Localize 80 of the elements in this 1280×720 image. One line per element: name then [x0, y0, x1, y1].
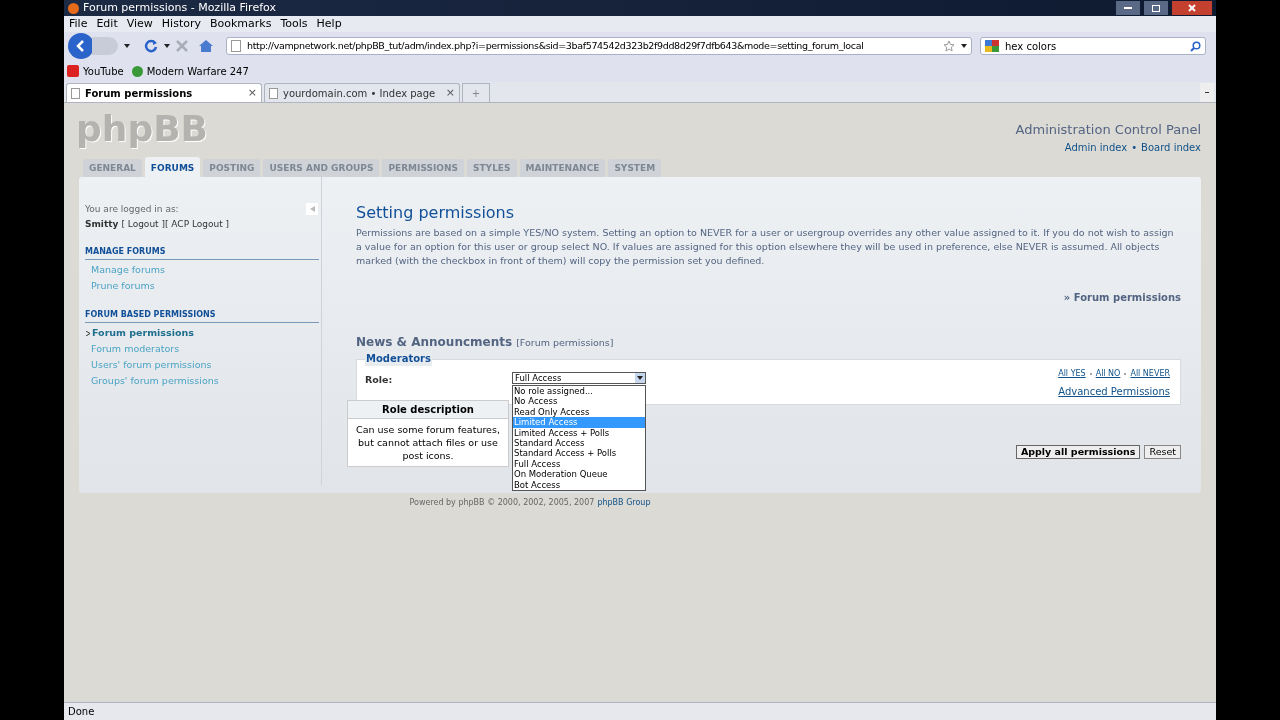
collapse-arrow-icon — [309, 206, 315, 212]
reset-button[interactable]: Reset — [1144, 445, 1181, 459]
role-description-text: Can use some forum features, but cannot attach files or use post icons. — [355, 423, 501, 463]
separator-dot: • — [1131, 140, 1138, 155]
search-field[interactable]: hex colors — [980, 37, 1206, 55]
dropdown-option[interactable]: Standard Access — [513, 438, 645, 449]
nav-tab[interactable]: FORUMS — [144, 157, 201, 177]
role-label: Role: — [365, 373, 393, 387]
restore-button[interactable] — [1144, 1, 1168, 15]
dropdown-caret-icon[interactable] — [164, 44, 170, 48]
all-link[interactable]: All NEVER — [1130, 368, 1170, 380]
dropdown-option[interactable]: No role assigned... — [513, 386, 645, 397]
bookmark-item[interactable]: YouTube — [67, 63, 124, 79]
breadcrumb-link[interactable]: » Forum permissions — [1063, 290, 1181, 305]
bookmark-star-icon[interactable] — [943, 40, 955, 52]
dropdown-option[interactable]: Read Only Access — [513, 406, 645, 418]
tab-close-button[interactable]: × — [247, 84, 257, 102]
dropdown-caret-icon[interactable] — [961, 44, 967, 48]
logged-in-label: You are logged in as: — [85, 203, 179, 216]
menu-item[interactable]: Bookmarks — [210, 15, 272, 33]
menu-item[interactable]: Help — [316, 15, 342, 33]
window-title: Forum permissions - Mozilla Firefox — [83, 0, 276, 16]
advanced-permissions-link[interactable]: Advanced Permissions — [1058, 384, 1170, 399]
panel-title: Administration Control Panel — [1015, 121, 1201, 139]
role-select[interactable]: Full Access — [512, 372, 646, 384]
dropdown-option[interactable]: Standard Access + Polls — [513, 448, 645, 459]
bookmark-item[interactable]: Modern Warfare 247 — [131, 63, 249, 79]
home-icon[interactable] — [198, 39, 214, 53]
search-engine-icon[interactable] — [985, 40, 999, 52]
section-heading: MANAGE FORUMS — [85, 246, 319, 260]
menu-item[interactable]: File — [69, 15, 88, 33]
back-button[interactable] — [68, 33, 94, 59]
separator-dot — [1124, 373, 1127, 375]
dropdown-option[interactable]: Limited Access + Polls — [513, 427, 645, 439]
menu-item[interactable]: Edit — [96, 15, 118, 33]
separator-dot — [1089, 373, 1092, 375]
tab-label: Forum permissions — [85, 86, 194, 101]
dropdown-option[interactable]: On Moderation Queue — [513, 469, 645, 480]
dropdown-caret-icon[interactable] — [637, 376, 643, 380]
group-heading: Moderators — [365, 351, 432, 366]
forum-note: [Forum permissions] — [516, 336, 614, 350]
dropdown-option[interactable]: Bot Access — [513, 479, 645, 491]
close-icon — [1188, 4, 1196, 12]
page-icon — [269, 87, 278, 99]
search-icon[interactable] — [1190, 40, 1201, 52]
page-icon — [71, 87, 80, 99]
section-heading: FORUM BASED PERMISSIONS — [85, 309, 319, 323]
minimize-button[interactable] — [1116, 1, 1140, 15]
dropdown-option[interactable]: Full Access — [513, 458, 645, 470]
board-index-link[interactable]: Board index — [1141, 139, 1201, 155]
forum-name: News & Announcments — [356, 334, 513, 351]
tab-label: yourdomain.com • Index page — [283, 86, 437, 101]
page-icon — [231, 40, 241, 52]
status-text: Done — [68, 705, 95, 719]
reload-icon[interactable] — [144, 39, 158, 53]
menu-item[interactable]: View — [126, 15, 153, 33]
current-marker-icon — [86, 331, 90, 336]
address-field[interactable]: http://vampnetwork.net/phpBB_tut/adm/index.php?i=permissions&sid=3baf574542d323b2f9dd8d29f7dfb643&mode=setting_forum_local — [226, 37, 972, 55]
browser-tab[interactable]: Forum permissions × — [66, 83, 262, 102]
dropdown-option[interactable]: No Access — [513, 396, 645, 407]
dropdown-caret-icon[interactable] — [124, 44, 130, 48]
logout-link[interactable]: [ Logout ] — [121, 217, 165, 231]
apply-button[interactable]: Apply all permissions — [1015, 445, 1141, 459]
browser-tab[interactable]: yourdomain.com • Index page × — [264, 83, 460, 102]
acp-logout-link[interactable]: [ ACP Logout ] — [165, 217, 230, 231]
admin-index-link[interactable]: Admin index — [1064, 139, 1128, 155]
close-button[interactable] — [1172, 1, 1212, 15]
menu-item[interactable]: History — [161, 15, 201, 33]
browser-logo-icon — [68, 2, 79, 14]
all-link[interactable]: All NO — [1095, 368, 1121, 380]
footer-text: Powered by phpBB © 2000, 2002, 2005, 2007 — [409, 497, 595, 509]
tab-close-button[interactable]: × — [445, 84, 455, 102]
menu-item[interactable]: Tools — [280, 15, 308, 33]
page-heading: Setting permissions — [356, 202, 516, 224]
sidebar-link[interactable]: Forum permissions — [85, 325, 319, 341]
description-text: Permissions are based on a simple YES/NO system. Setting an option to NEVER for a user or usergroup overrides any other value assigned to it. If you do not wish to assign a value for an option for this user or group select NO. If values are assigned for this option elsewhere they will be used in preference, else NEVER is assumed. All objects marked (with the checkbox in front of them) will copy the permission set you defined. — [356, 226, 1175, 268]
role-description-title: Role description — [348, 401, 508, 419]
all-link[interactable]: All YES — [1058, 368, 1086, 380]
footer-link[interactable]: phpBB Group — [597, 497, 651, 509]
username: Smitty — [85, 217, 119, 231]
